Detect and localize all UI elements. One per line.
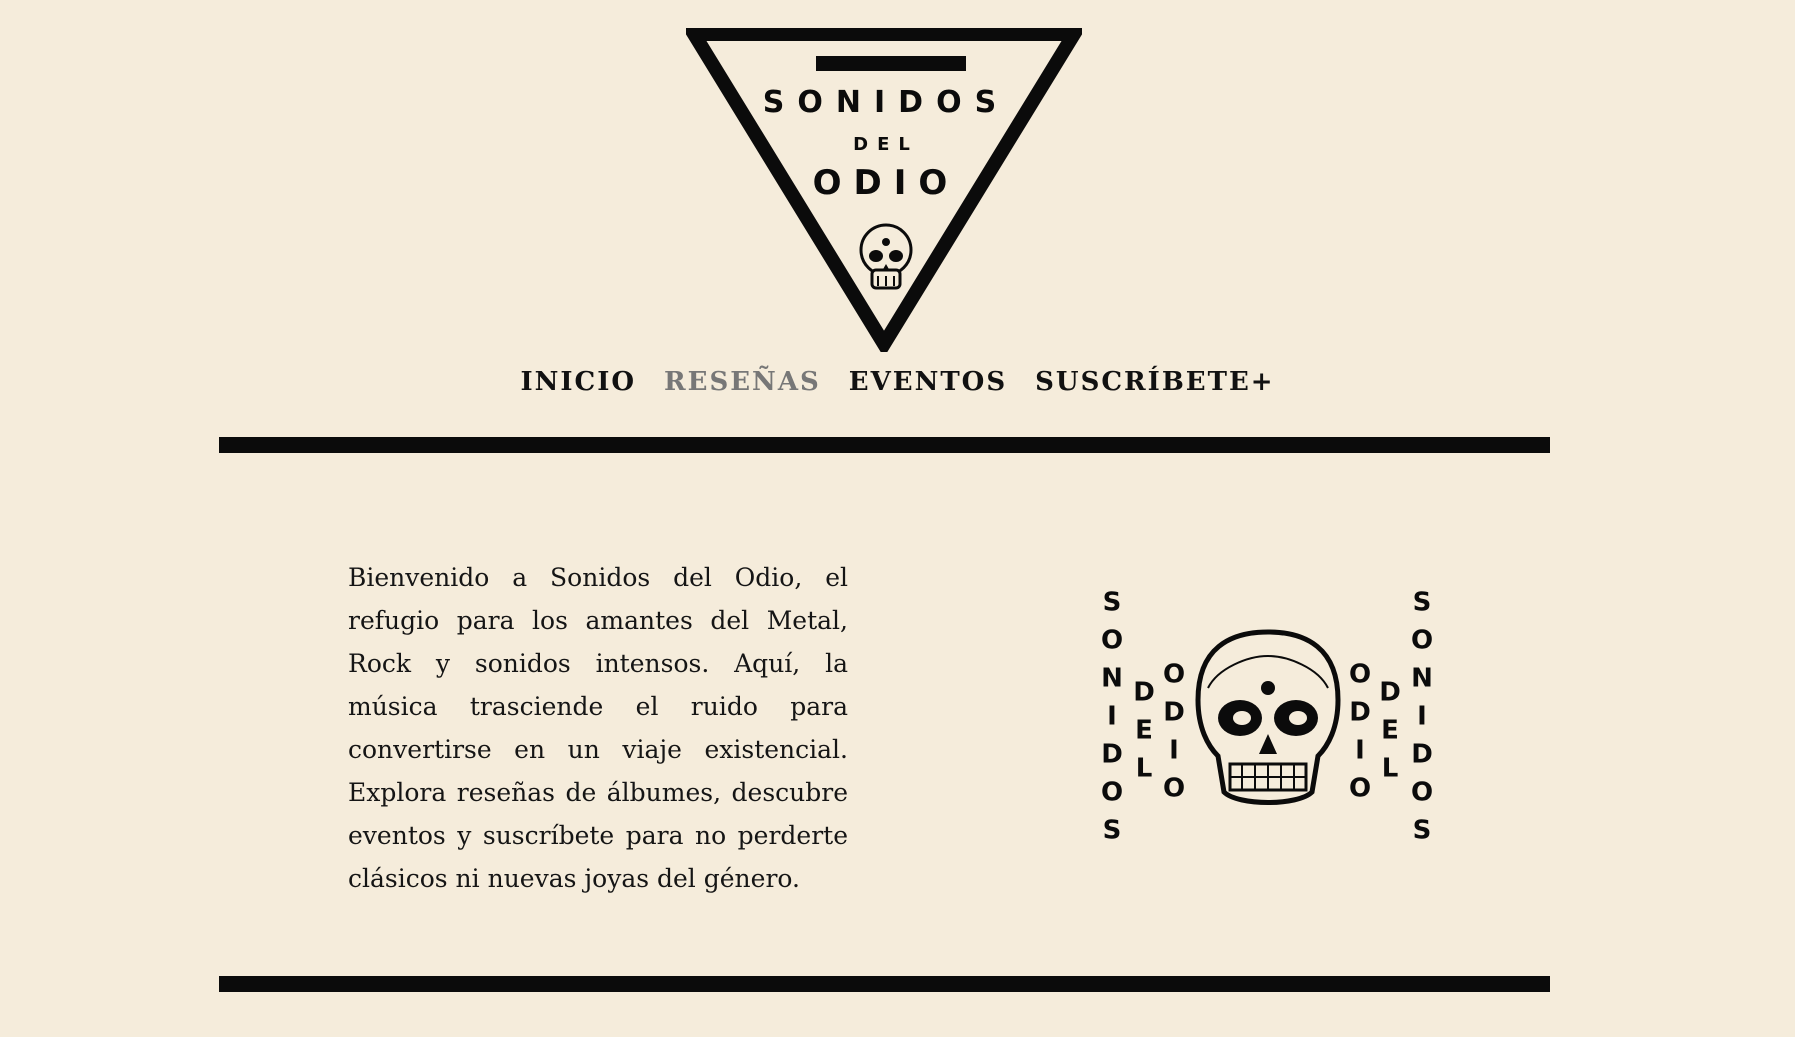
vertical-letter: I <box>1107 701 1117 731</box>
vertical-letter: O <box>1101 777 1123 807</box>
vertical-letter: O <box>1101 625 1123 655</box>
vertical-letter: S <box>1103 815 1122 845</box>
intro-text: Bienvenido a Sonidos del Odio, el refugi… <box>348 563 848 893</box>
vertical-letter: D <box>1133 677 1155 707</box>
logo-line3: ODIO <box>813 163 960 203</box>
top-divider <box>219 437 1550 453</box>
vertical-letter: S <box>1413 587 1432 617</box>
vertical-letter: D <box>1349 697 1371 727</box>
vertical-letter: D <box>1411 739 1433 769</box>
vertical-text-mid-left: DEL <box>1133 677 1155 783</box>
nav-item-eventos[interactable]: EVENTOS <box>835 362 1021 402</box>
skull-artwork: SONIDOS DEL ODIO ODIO DEL SONIDOS <box>1094 578 1434 878</box>
vertical-text-inner-right: ODIO <box>1349 659 1371 803</box>
nav-item-resenas[interactable]: RESEÑAS <box>650 362 835 402</box>
vertical-letter: I <box>1355 735 1365 765</box>
logo-line2: DEL <box>853 134 919 155</box>
logo-line1: SONIDOS <box>763 85 1009 120</box>
vertical-letter: L <box>1382 753 1399 783</box>
nav-item-suscribete[interactable]: SUSCRÍBETE+ <box>1021 362 1288 402</box>
logo-triangle: SONIDOS DEL ODIO <box>686 28 1082 352</box>
vertical-letter: N <box>1101 663 1123 693</box>
vertical-letter: O <box>1349 773 1371 803</box>
skull-icon <box>859 223 913 290</box>
vertical-letter: N <box>1411 663 1433 693</box>
vertical-letter: O <box>1349 659 1371 689</box>
vertical-letter: L <box>1136 753 1153 783</box>
main-nav: INICIO RESEÑAS EVENTOS SUSCRÍBETE+ <box>0 362 1795 402</box>
vertical-letter: D <box>1163 697 1185 727</box>
bottom-divider <box>219 976 1550 992</box>
vertical-letter: O <box>1163 773 1185 803</box>
skull-icon <box>1195 629 1341 805</box>
vertical-letter: S <box>1413 815 1432 845</box>
vertical-text-inner-left: ODIO <box>1163 659 1185 803</box>
vertical-letter: E <box>1381 715 1399 745</box>
skull-artwork-graphic: SONIDOS DEL ODIO ODIO DEL SONIDOS <box>1101 587 1433 845</box>
nav-item-inicio[interactable]: INICIO <box>506 362 650 402</box>
vertical-letter: E <box>1135 715 1153 745</box>
vertical-letter: O <box>1411 777 1433 807</box>
vertical-letter: I <box>1169 735 1179 765</box>
site-logo[interactable]: SONIDOS DEL ODIO <box>686 28 1082 352</box>
vertical-text-outer-left: SONIDOS <box>1101 587 1123 845</box>
vertical-letter: D <box>1379 677 1401 707</box>
vertical-text-outer-right: SONIDOS <box>1411 587 1433 845</box>
vertical-text-mid-right: DEL <box>1379 677 1401 783</box>
vertical-letter: O <box>1411 625 1433 655</box>
vertical-letter: D <box>1101 739 1123 769</box>
vertical-letter: O <box>1163 659 1185 689</box>
vertical-letter: I <box>1417 701 1427 731</box>
vertical-letter: S <box>1103 587 1122 617</box>
